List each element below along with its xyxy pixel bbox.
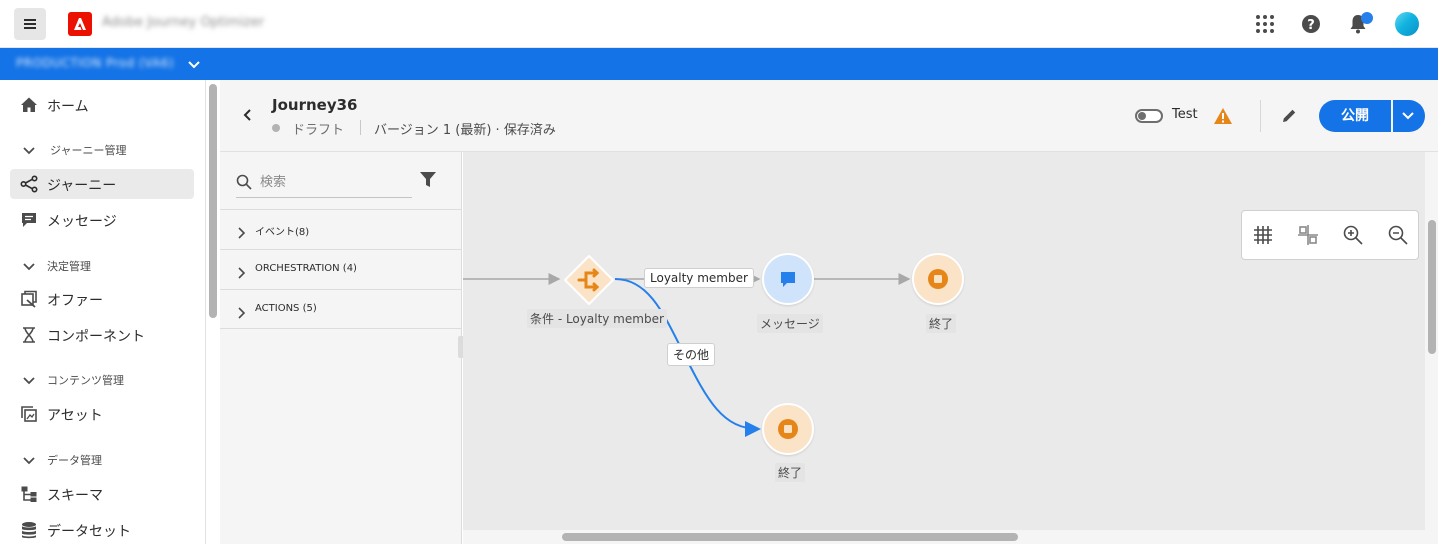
nav-item-schemas[interactable]: スキーマ	[10, 479, 194, 509]
end-node[interactable]	[912, 253, 964, 305]
edge-label-loyalty[interactable]: Loyalty member	[644, 268, 754, 288]
avatar[interactable]	[1395, 12, 1419, 36]
adobe-logo[interactable]	[68, 12, 92, 36]
help-icon[interactable]: ?	[1299, 12, 1323, 36]
canvas-horizontal-scrollbar-thumb[interactable]	[562, 533, 1018, 541]
left-navigation: ホーム ジャーニー管理 ジャーニー メッセージ 決定管理 オファー コンポーネン…	[0, 80, 206, 544]
condition-node[interactable]	[563, 254, 615, 306]
chevron-down-icon	[22, 142, 36, 156]
arrange-icon[interactable]	[1297, 224, 1319, 246]
nav-item-offers[interactable]: オファー	[10, 284, 194, 314]
sandbox-bar: PRODUCTION Prod (VA6)	[0, 48, 1438, 80]
app-title: Adobe Journey Optimizer	[102, 15, 265, 30]
component-icon	[20, 326, 38, 344]
chevron-right-icon	[236, 224, 246, 239]
chevron-right-icon	[236, 304, 246, 319]
journey-version: バージョン 1 (最新) · 保存済み	[374, 123, 556, 138]
schema-icon	[20, 485, 38, 503]
message-icon	[20, 211, 38, 229]
nav-scrollbar-thumb[interactable]	[209, 84, 217, 318]
pencil-icon[interactable]	[1280, 107, 1298, 125]
end-node[interactable]	[762, 403, 814, 455]
test-label: Test	[1172, 107, 1198, 122]
svg-text:?: ?	[1307, 18, 1315, 33]
message-icon	[781, 272, 795, 287]
nav-item-journeys[interactable]: ジャーニー	[10, 169, 194, 199]
offer-icon	[20, 290, 38, 308]
search-icon	[236, 174, 252, 190]
edge-label-other[interactable]: その他	[667, 343, 716, 366]
filter-icon[interactable]	[420, 172, 436, 188]
nav-item-messages[interactable]: メッセージ	[10, 205, 194, 235]
status-dot	[272, 124, 280, 132]
warning-icon[interactable]	[1213, 107, 1233, 125]
palette-section-events[interactable]: イベント(8)	[220, 209, 461, 249]
nav-section-decision-management[interactable]: 決定管理	[10, 252, 194, 278]
canvas-toolbar	[1241, 210, 1419, 260]
condition-node-label: 条件 - Loyalty member	[527, 309, 667, 328]
message-node-label: メッセージ	[757, 314, 823, 333]
palette-section-actions[interactable]: ACTIONS (5)	[220, 289, 461, 329]
canvas-connectors	[463, 273, 911, 437]
publish-button[interactable]: 公開	[1319, 100, 1391, 132]
search-input[interactable]	[260, 171, 410, 193]
stop-icon	[928, 269, 948, 289]
home-icon	[20, 96, 38, 114]
nav-section-content-management[interactable]: コンテンツ管理	[10, 366, 194, 392]
chevron-right-icon	[236, 264, 246, 279]
end-node-label: 終了	[926, 314, 957, 333]
message-node[interactable]	[762, 253, 814, 305]
divider	[1260, 100, 1261, 132]
nav-item-datasets[interactable]: データセット	[10, 515, 194, 544]
asset-icon	[20, 405, 38, 423]
zoom-out-icon[interactable]	[1387, 224, 1409, 246]
nav-section-data-management[interactable]: データ管理	[10, 446, 194, 472]
chevron-down-icon[interactable]	[186, 56, 202, 72]
palette-search	[236, 166, 412, 198]
nav-item-home[interactable]: ホーム	[10, 90, 194, 120]
hamburger-menu-button[interactable]	[14, 8, 46, 40]
journey-header: Journey36 ドラフト バージョン 1 (最新) · 保存済み Test …	[220, 80, 1438, 152]
journey-canvas[interactable]: 条件 - Loyalty member Loyalty member その他 メ…	[463, 152, 1425, 530]
divider	[360, 120, 361, 135]
top-bar: Adobe Journey Optimizer ?	[0, 0, 1438, 48]
chevron-down-icon	[22, 452, 36, 466]
journey-icon	[20, 175, 38, 193]
journey-title: Journey36	[272, 96, 358, 114]
notification-badge	[1361, 12, 1373, 24]
apps-grid-icon[interactable]	[1253, 12, 1277, 36]
zoom-in-icon[interactable]	[1342, 224, 1364, 246]
nav-section-journey-management[interactable]: ジャーニー管理	[10, 136, 194, 162]
end-node-label: 終了	[775, 463, 806, 482]
dataset-icon	[20, 521, 38, 539]
back-chevron-icon[interactable]	[240, 107, 256, 123]
chevron-down-icon	[22, 258, 36, 272]
grid-icon[interactable]	[1252, 224, 1274, 246]
nav-item-components[interactable]: コンポーネント	[10, 320, 194, 350]
canvas-vertical-scrollbar-thumb[interactable]	[1428, 220, 1436, 354]
stop-icon	[778, 419, 798, 439]
palette-section-orchestration[interactable]: ORCHESTRATION (4)	[220, 249, 461, 289]
journey-status: ドラフト	[292, 123, 345, 138]
sandbox-label[interactable]: PRODUCTION Prod (VA6)	[16, 56, 174, 70]
nav-item-assets[interactable]: アセット	[10, 399, 194, 429]
publish-menu-button[interactable]	[1393, 100, 1425, 132]
chevron-down-icon	[22, 372, 36, 386]
test-toggle[interactable]	[1135, 109, 1163, 123]
activity-palette: イベント(8) ORCHESTRATION (4) ACTIONS (5)	[220, 152, 462, 544]
